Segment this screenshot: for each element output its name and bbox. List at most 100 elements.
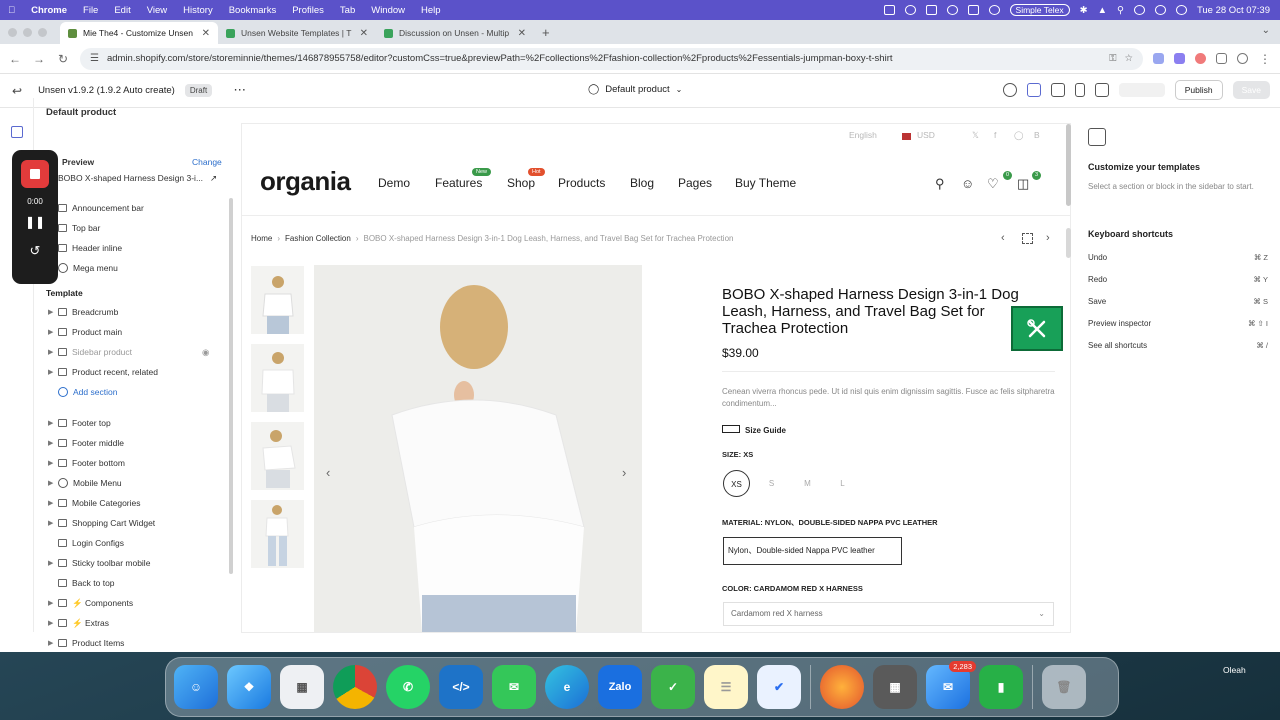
cart-icon[interactable]: ◫ [1017, 176, 1029, 192]
chevron-right-icon[interactable]: ▶ [48, 479, 58, 487]
behance-icon[interactable]: B [1034, 130, 1040, 140]
material-option[interactable]: Nylon、Double-sided Nappa PVC leather [723, 537, 902, 565]
messages-icon[interactable]: ✉ [492, 665, 536, 709]
pause-icon[interactable]: ❚❚ [25, 215, 45, 229]
bluetooth-icon[interactable]: ✱ [1080, 5, 1088, 16]
chevron-right-icon[interactable]: ▶ [48, 619, 58, 627]
chevron-right-icon[interactable]: ▶ [48, 439, 58, 447]
trash-icon[interactable]: 🗑 [1042, 665, 1086, 709]
change-preview-link[interactable]: Change [192, 154, 222, 170]
next-image-chevron-icon[interactable]: › [622, 465, 626, 480]
section-mega-menu[interactable]: Mega menu [58, 260, 118, 276]
prev-product-chevron-icon[interactable]: ‹ [1001, 232, 1005, 244]
extensions-puzzle-icon[interactable] [1216, 53, 1227, 64]
profile-icon[interactable] [1237, 53, 1248, 64]
nav-features[interactable]: Features [435, 176, 482, 190]
menu-help[interactable]: Help [413, 5, 449, 16]
section-mobile-categories[interactable]: ▶ Mobile Categories [48, 495, 141, 511]
size-option-xs[interactable]: XS [723, 470, 750, 497]
chevron-right-icon[interactable]: ▶ [48, 599, 58, 607]
wishlist-heart-icon[interactable]: ♡ [987, 176, 999, 192]
control-center-icon[interactable] [1154, 5, 1166, 15]
chevron-right-icon[interactable]: ▶ [48, 639, 58, 647]
shortcut-label[interactable]: See all shortcuts [1088, 341, 1147, 350]
vscode-icon[interactable]: </> [439, 665, 483, 709]
grid-view-icon[interactable] [1022, 233, 1033, 244]
section-back-to-top[interactable]: Back to top [58, 575, 115, 591]
chevron-right-icon[interactable]: ▶ [48, 559, 58, 567]
inspector-icon[interactable] [1002, 83, 1017, 97]
hidden-eye-icon[interactable]: ◉ [202, 344, 209, 360]
chevron-right-icon[interactable]: ▶ [48, 499, 58, 507]
next-product-chevron-icon[interactable]: › [1046, 232, 1050, 244]
section-product-items[interactable]: ▶ Product Items [48, 635, 124, 651]
terminal-icon[interactable]: ✓ [651, 665, 695, 709]
more-actions-icon[interactable]: ··· [234, 85, 247, 96]
whatsapp-icon[interactable]: ✆ [386, 665, 430, 709]
nav-blog[interactable]: Blog [630, 176, 654, 190]
nav-pages[interactable]: Pages [678, 176, 712, 190]
sections-icon[interactable] [11, 126, 23, 138]
product-thumbnail[interactable] [251, 344, 304, 412]
tab-search-chevron-icon[interactable]: ⌄ [1262, 25, 1270, 36]
section-footer-middle[interactable]: ▶ Footer middle [48, 435, 124, 451]
menu-history[interactable]: History [175, 5, 221, 16]
finder-icon[interactable]: ☺ [174, 665, 218, 709]
tab-customize-unsen[interactable]: Mie The4 - Customize Unsen ✕ [60, 22, 218, 44]
launchpad-icon[interactable]: ▦ [280, 665, 324, 709]
section-sticky-toolbar-mobile[interactable]: ▶ Sticky toolbar mobile [48, 555, 150, 571]
notes-icon[interactable]: ☰ [704, 665, 748, 709]
nav-buy-theme[interactable]: Buy Theme [735, 176, 796, 190]
breadcrumb-collection[interactable]: Fashion Collection [285, 234, 351, 243]
restart-icon[interactable]: ↺ [30, 243, 41, 259]
zalo-icon[interactable]: Zalo [598, 665, 642, 709]
stop-recording-button[interactable] [21, 160, 49, 188]
store-logo[interactable]: organia [260, 166, 351, 197]
menu-edit[interactable]: Edit [106, 5, 138, 16]
section-footer-top[interactable]: ▶ Footer top [48, 415, 111, 431]
account-icon[interactable]: ☺ [961, 176, 974, 191]
size-option-m[interactable]: M [794, 470, 821, 497]
currency-selector[interactable]: USD [917, 130, 935, 140]
section-announcement-bar[interactable]: Announcement bar [58, 200, 144, 216]
close-tab-icon[interactable]: ✕ [360, 28, 368, 39]
section-product-recent-related[interactable]: ▶ Product recent, related [48, 364, 158, 380]
zoom-window-button[interactable] [38, 28, 47, 37]
sidebar-scrollbar[interactable] [229, 198, 233, 574]
tasks-icon[interactable]: ✔ [757, 665, 801, 709]
facebook-icon[interactable]: f [994, 130, 996, 140]
external-link-icon[interactable]: ↗ [210, 170, 217, 186]
menu-file[interactable]: File [75, 5, 106, 16]
extension-icon[interactable] [1195, 53, 1206, 64]
tab-unsen-templates[interactable]: Unsen Website Templates | T ✕ [218, 22, 376, 44]
site-info-icon[interactable]: ☰ [90, 53, 99, 64]
section-footer-bottom[interactable]: ▶ Footer bottom [48, 455, 125, 471]
chrome-menu-icon[interactable]: ⋮ [1258, 52, 1272, 66]
publish-button[interactable]: Publish [1174, 80, 1223, 100]
chevron-right-icon[interactable]: ▶ [48, 368, 58, 376]
add-section-button[interactable]: Add section [58, 384, 117, 400]
product-main-image[interactable]: ‹ › [314, 265, 642, 632]
headphones-icon[interactable] [1133, 5, 1145, 15]
mobile-view-icon[interactable] [1074, 83, 1085, 97]
section-login-configs[interactable]: Login Configs [58, 535, 124, 551]
focus-icon[interactable] [904, 5, 916, 15]
siri-icon[interactable] [1175, 5, 1187, 15]
instagram-icon[interactable]: ◯ [1014, 130, 1024, 141]
tool-icon[interactable] [946, 5, 958, 15]
theme-tools-floating-button[interactable] [1011, 306, 1063, 351]
chevron-right-icon[interactable]: ▶ [48, 519, 58, 527]
breadcrumb-home[interactable]: Home [251, 234, 272, 243]
menu-app-name[interactable]: Chrome [23, 5, 75, 16]
close-tab-icon[interactable]: ✕ [518, 28, 526, 39]
save-button[interactable]: Save [1232, 81, 1270, 99]
password-key-icon[interactable]: ⚿ [1109, 53, 1116, 64]
menubar-clock[interactable]: Tue 28 Oct 07:39 [1197, 5, 1270, 16]
chevron-right-icon[interactable]: ▶ [48, 348, 58, 356]
input-method-indicator[interactable]: Simple Telex [1009, 4, 1070, 16]
prev-image-chevron-icon[interactable]: ‹ [326, 465, 330, 480]
close-window-button[interactable] [8, 28, 17, 37]
apple-icon[interactable]:  [0, 5, 23, 16]
wifi-icon[interactable]: ▲ [1098, 5, 1107, 16]
page-selector[interactable]: ◯ Default product ⌄ [588, 84, 682, 95]
